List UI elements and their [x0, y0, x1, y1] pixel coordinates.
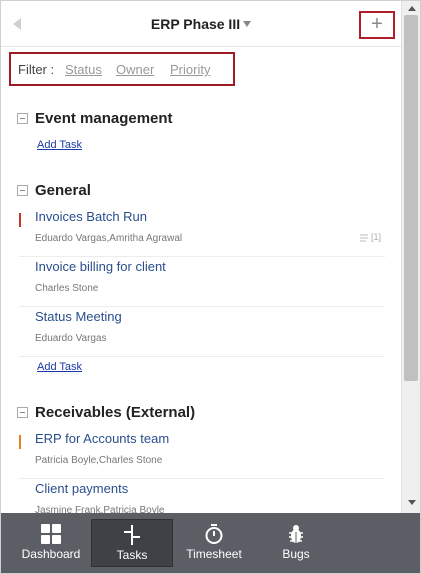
section-title: General	[35, 182, 91, 199]
task-name[interactable]: ERP for Accounts team	[35, 431, 169, 446]
task-list: Event management Add Task General Invoic…	[1, 97, 401, 513]
nav-label: Bugs	[282, 547, 310, 561]
task-item[interactable]: Invoice billing for client Charles Stone	[19, 257, 385, 307]
task-name[interactable]: Client payments	[35, 481, 128, 496]
task-assignees: Eduardo Vargas	[35, 333, 107, 344]
task-name[interactable]: Status Meeting	[35, 309, 122, 324]
nav-label: Timesheet	[186, 547, 242, 561]
nav-label: Dashboard	[21, 547, 81, 561]
tasks-icon	[124, 525, 140, 545]
task-item[interactable]: Status Meeting Eduardo Vargas	[19, 307, 385, 357]
nav-label: Tasks	[116, 548, 148, 562]
nav-tasks[interactable]: Tasks	[91, 519, 173, 567]
task-name[interactable]: Invoice billing for client	[35, 259, 166, 274]
nav-timesheet[interactable]: Timesheet	[173, 519, 255, 567]
filter-priority[interactable]: Priority	[170, 62, 210, 77]
task-assignees: Eduardo Vargas,Amritha Agrawal	[35, 233, 183, 244]
collapse-icon[interactable]	[17, 185, 28, 196]
task-name[interactable]: Invoices Batch Run	[35, 209, 147, 224]
stopwatch-icon	[205, 524, 223, 544]
filter-owner[interactable]: Owner	[116, 62, 154, 77]
nav-bugs[interactable]: Bugs	[255, 519, 337, 567]
project-title: ERP Phase III	[150, 16, 241, 32]
collapse-icon[interactable]	[17, 113, 28, 124]
task-assignees: Charles Stone	[35, 283, 99, 294]
task-item[interactable]: Invoices Batch Run Eduardo Vargas,Amrith…	[19, 207, 385, 257]
filter-label: Filter :	[18, 62, 55, 77]
notes-icon	[359, 234, 368, 242]
add-task-link[interactable]: Add Task	[37, 139, 82, 151]
scroll-thumb[interactable]	[404, 15, 418, 381]
project-title-dropdown[interactable]: ERP Phase III	[1, 16, 401, 32]
collapse-icon[interactable]	[17, 407, 28, 418]
scrollbar[interactable]	[401, 1, 420, 513]
task-assignees: Jasmine Frank,Patricia Boyle	[35, 505, 165, 513]
chevron-down-icon	[243, 21, 252, 28]
task-item[interactable]: Client payments Jasmine Frank,Patricia B…	[19, 479, 385, 513]
header: ERP Phase III +	[1, 1, 401, 47]
task-meta: [1]	[359, 232, 381, 242]
app-frame: ERP Phase III + Filter : Status Owner Pr…	[0, 0, 421, 574]
bug-icon	[289, 525, 303, 543]
section-title: Event management	[35, 110, 173, 127]
task-item[interactable]: ERP for Accounts team Patricia Boyle,Cha…	[19, 429, 385, 479]
priority-marker	[19, 435, 21, 449]
scroll-down-arrow-icon[interactable]	[408, 500, 416, 505]
comment-count: [1]	[370, 232, 381, 242]
filter-bar: Filter : Status Owner Priority	[9, 52, 235, 86]
filter-status[interactable]: Status	[65, 62, 102, 77]
add-button[interactable]: +	[359, 11, 395, 39]
section-title: Receivables (External)	[35, 404, 196, 421]
scroll-up-arrow-icon[interactable]	[408, 6, 416, 11]
nav-dashboard[interactable]: Dashboard	[11, 519, 91, 567]
task-assignees: Patricia Boyle,Charles Stone	[35, 455, 163, 466]
bottom-nav: Dashboard Tasks Timesheet Bugs	[1, 513, 420, 573]
priority-marker	[19, 213, 21, 227]
grid-icon	[41, 524, 61, 544]
add-task-link[interactable]: Add Task	[37, 361, 82, 373]
